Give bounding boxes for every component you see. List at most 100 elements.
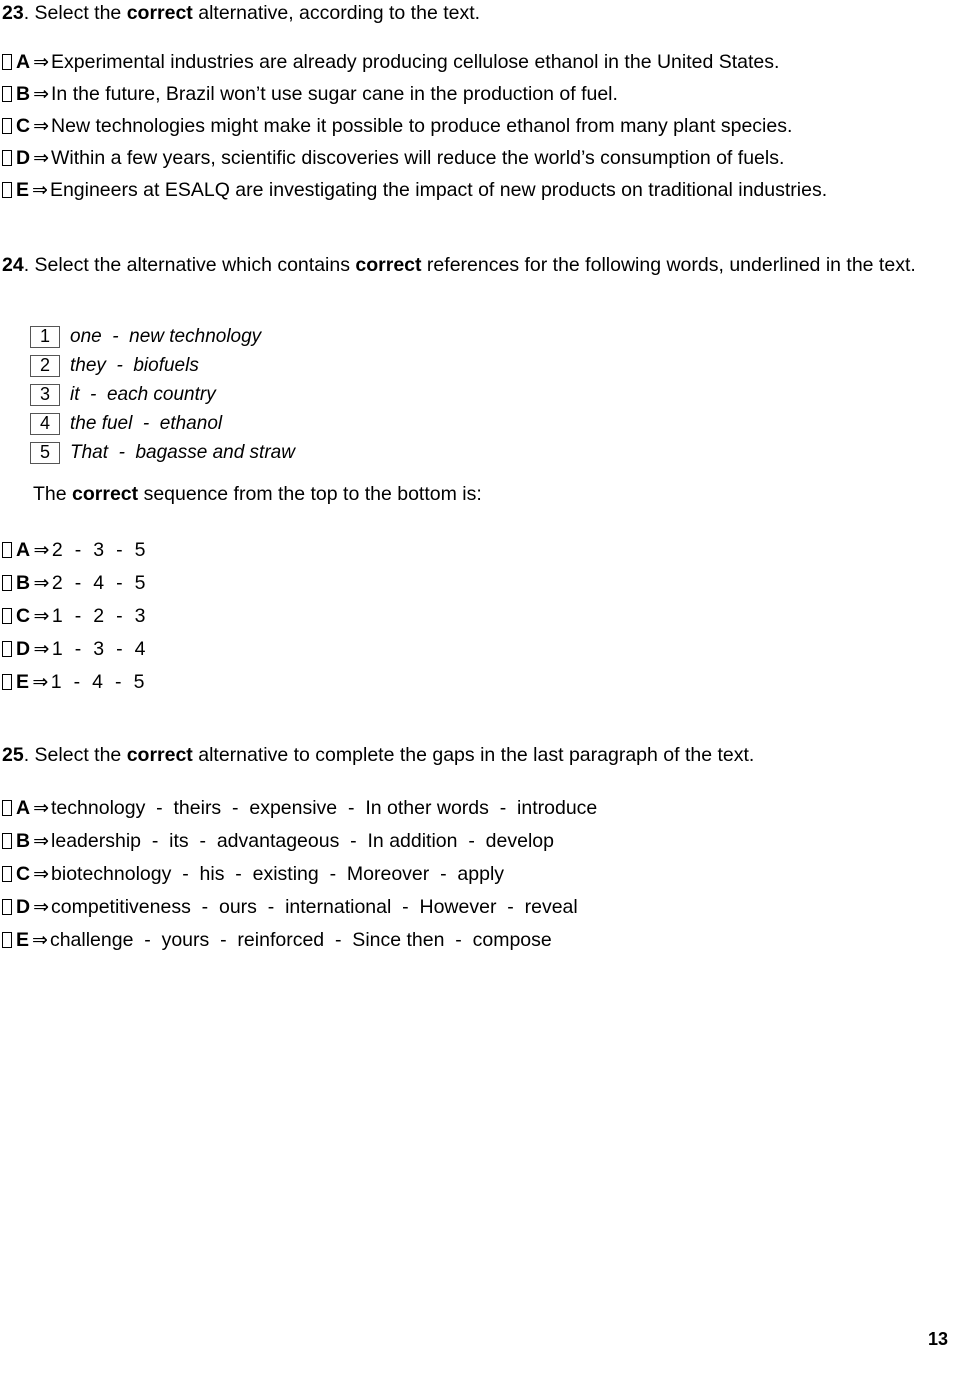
option-text: New technologies might make it possible … [51, 115, 793, 137]
option-row-c[interactable]: C ⇒ 1 - 2 - 3 [2, 603, 146, 636]
question-24-prompt-pre: . Select the alternative which contains [23, 254, 356, 276]
item-text: one - new technology [70, 325, 262, 347]
double-arrow-icon: ⇒ [33, 864, 50, 885]
option-row-e[interactable]: E ⇒ challenge - yours - reinforced - Sin… [2, 927, 597, 960]
question-25-prompt-bold: correct [126, 744, 193, 766]
checkbox-icon[interactable] [2, 54, 12, 70]
item-text: they - biofuels [70, 354, 199, 376]
option-text: 1 - 2 - 3 [51, 605, 146, 627]
question-25-number: 25 [2, 744, 24, 766]
option-row-c[interactable]: C ⇒ New technologies might make it possi… [2, 113, 827, 145]
double-arrow-icon: ⇒ [33, 639, 50, 660]
item-number-box: 5 [30, 441, 60, 464]
checkbox-icon[interactable] [2, 932, 12, 948]
reference-item-4: 4 the fuel - ethanol [30, 409, 295, 438]
option-row-b[interactable]: B ⇒ In the future, Brazil won’t use suga… [2, 81, 827, 113]
double-arrow-icon: ⇒ [33, 798, 50, 819]
option-letter: A [16, 797, 31, 819]
option-text: In the future, Brazil won’t use sugar ca… [51, 83, 618, 105]
double-arrow-icon: ⇒ [33, 540, 50, 561]
checkbox-icon[interactable] [2, 608, 12, 624]
item-text: That - bagasse and straw [70, 441, 295, 463]
question-25-heading: 25. Select the correct alternative to co… [2, 742, 822, 769]
double-arrow-icon: ⇒ [32, 930, 48, 951]
checkbox-icon[interactable] [2, 182, 12, 198]
checkbox-icon[interactable] [2, 641, 12, 657]
sequence-prompt-pre: The [33, 483, 73, 505]
checkbox-icon[interactable] [2, 833, 12, 849]
reference-item-2: 2 they - biofuels [30, 351, 295, 380]
double-arrow-icon: ⇒ [33, 148, 50, 169]
option-text: leadership - its - advantageous - In add… [51, 830, 554, 852]
option-letter: A [16, 51, 31, 73]
option-text: technology - theirs - expensive - In oth… [51, 797, 598, 819]
option-row-e[interactable]: E ⇒ Engineers at ESALQ are investigating… [2, 177, 827, 209]
option-row-d[interactable]: D ⇒ competitiveness - ours - internation… [2, 894, 597, 927]
option-letter: E [16, 671, 30, 693]
checkbox-icon[interactable] [2, 150, 12, 166]
option-text: challenge - yours - reinforced - Since t… [49, 929, 552, 951]
option-row-b[interactable]: B ⇒ 2 - 4 - 5 [2, 570, 146, 603]
double-arrow-icon: ⇒ [33, 606, 50, 627]
item-text: the fuel - ethanol [70, 412, 223, 434]
question-23-heading: 23. Select the correct alternative, acco… [2, 0, 702, 27]
option-letter: A [16, 539, 31, 561]
item-text: it - each country [70, 383, 216, 405]
option-letter: E [16, 929, 30, 951]
option-text: 1 - 3 - 4 [51, 638, 146, 660]
checkbox-icon[interactable] [2, 542, 12, 558]
checkbox-icon[interactable] [2, 866, 12, 882]
question-25-prompt-post: alternative to complete the gaps in the … [192, 744, 755, 766]
question-24-number: 24 [2, 254, 24, 276]
question-23-prompt-bold: correct [126, 2, 193, 24]
option-text: competitiveness - ours - international -… [51, 896, 578, 918]
page-number: 13 [927, 1329, 948, 1349]
sequence-prompt-bold: correct [72, 483, 139, 505]
double-arrow-icon: ⇒ [32, 180, 48, 201]
exam-page: 23. Select the correct alternative, acco… [0, 0, 960, 1377]
checkbox-icon[interactable] [2, 674, 12, 690]
option-row-a[interactable]: A ⇒ 2 - 3 - 5 [2, 537, 146, 570]
question-24-options: A ⇒ 2 - 3 - 5 B ⇒ 2 - 4 - 5 C ⇒ 1 - 2 - … [2, 537, 146, 702]
option-row-e[interactable]: E ⇒ 1 - 4 - 5 [2, 669, 146, 702]
sequence-prompt-post: sequence from the top to the bottom is: [138, 483, 482, 505]
double-arrow-icon: ⇒ [33, 897, 50, 918]
option-row-c[interactable]: C ⇒ biotechnology - his - existing - Mor… [2, 861, 597, 894]
reference-item-1: 1 one - new technology [30, 322, 295, 351]
option-row-a[interactable]: A ⇒ Experimental industries are already … [2, 49, 827, 81]
item-number-box: 3 [30, 383, 60, 406]
double-arrow-icon: ⇒ [33, 573, 50, 594]
option-text: 2 - 4 - 5 [51, 572, 146, 594]
checkbox-icon[interactable] [2, 899, 12, 915]
question-23-prompt-pre: . Select the [23, 2, 127, 24]
question-23-number: 23 [2, 2, 24, 24]
checkbox-icon[interactable] [2, 118, 12, 134]
double-arrow-icon: ⇒ [32, 672, 49, 693]
checkbox-icon[interactable] [2, 800, 12, 816]
option-letter: C [16, 863, 31, 885]
option-letter: C [16, 115, 31, 137]
option-letter: B [16, 83, 31, 105]
question-24-prompt-post: references for the following words, unde… [421, 254, 916, 276]
option-text: 2 - 3 - 5 [51, 539, 146, 561]
option-text: Engineers at ESALQ are investigating the… [49, 179, 828, 201]
option-letter: B [16, 830, 31, 852]
option-row-d[interactable]: D ⇒ Within a few years, scientific disco… [2, 145, 827, 177]
sequence-prompt: The correct sequence from the top to the… [33, 481, 482, 508]
option-letter: B [16, 572, 31, 594]
option-row-a[interactable]: A ⇒ technology - theirs - expensive - In… [2, 795, 597, 828]
item-number-box: 4 [30, 412, 60, 435]
option-text: biotechnology - his - existing - Moreove… [51, 863, 505, 885]
double-arrow-icon: ⇒ [33, 52, 50, 73]
option-text: Within a few years, scientific discoveri… [51, 147, 785, 169]
checkbox-icon[interactable] [2, 86, 12, 102]
option-letter: D [16, 638, 31, 660]
option-letter: C [16, 605, 31, 627]
question-25-options: A ⇒ technology - theirs - expensive - In… [2, 795, 597, 960]
option-letter: D [16, 147, 31, 169]
double-arrow-icon: ⇒ [33, 116, 50, 137]
checkbox-icon[interactable] [2, 575, 12, 591]
option-text: 1 - 4 - 5 [50, 671, 145, 693]
option-row-d[interactable]: D ⇒ 1 - 3 - 4 [2, 636, 146, 669]
option-row-b[interactable]: B ⇒ leadership - its - advantageous - In… [2, 828, 597, 861]
